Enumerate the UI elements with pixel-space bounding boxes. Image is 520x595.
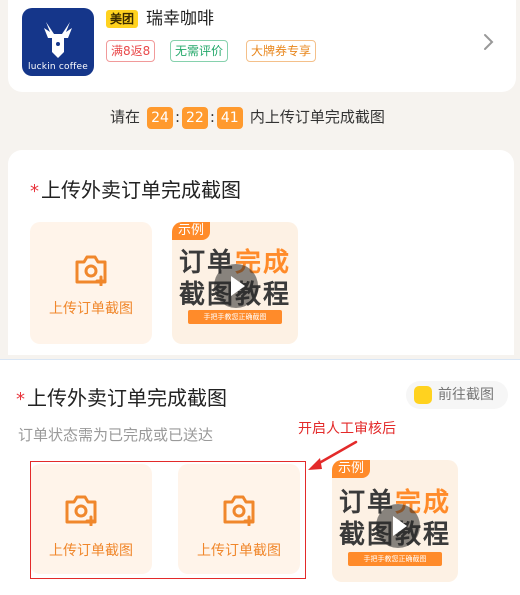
- countdown-hours: 24: [147, 107, 173, 129]
- goto-screenshot-button[interactable]: 前往截图: [406, 381, 508, 409]
- order-status-hint: 订单状态需为已完成或已送达: [18, 426, 214, 444]
- tag-brand-coupon: 大牌券专享: [246, 40, 317, 62]
- tag-no-review: 无需评价: [170, 40, 229, 62]
- annotation-arrow-icon: [308, 440, 358, 470]
- chevron-right-icon[interactable]: [478, 30, 498, 54]
- countdown-minutes: 22: [182, 107, 208, 129]
- annotation-highlight-box: [30, 461, 306, 579]
- upload-label: 上传订单截图: [49, 301, 133, 317]
- store-name: 瑞幸咖啡: [146, 9, 214, 29]
- example-badge: 示例: [172, 222, 211, 240]
- countdown-suffix: 内上传订单完成截图: [249, 108, 385, 126]
- goto-screenshot-icon: [414, 386, 432, 404]
- example-tutorial-tile[interactable]: 示例 订单完成 截图教程 手把手教您正确截图: [172, 222, 298, 344]
- store-logo: luckin coffee: [22, 8, 94, 76]
- countdown-prefix: 请在: [110, 108, 141, 126]
- logo-wordmark: luckin coffee: [28, 62, 88, 72]
- play-icon[interactable]: [376, 504, 420, 548]
- section-1-title: * 上传外卖订单完成截图: [30, 178, 241, 202]
- camera-add-icon: [75, 255, 107, 286]
- section-2-title: * 上传外卖订单完成截图: [16, 386, 227, 410]
- platform-badge: 美团: [106, 10, 139, 28]
- annotation-label: 开启人工审核后: [298, 421, 396, 437]
- play-icon[interactable]: [214, 264, 258, 308]
- countdown-seconds: 41: [216, 107, 243, 129]
- upload-screenshot-button[interactable]: 上传订单截图: [30, 222, 152, 344]
- countdown-bar: 请在 24:22:41 内上传订单完成截图: [0, 104, 520, 130]
- example-tutorial-tile-2[interactable]: 示例 订单完成 截图教程 手把手教您正确截图: [332, 460, 458, 582]
- example-strip: 手把手教您正确截图: [348, 552, 442, 566]
- tag-cashback: 满8返8: [106, 40, 156, 62]
- example-strip: 手把手教您正确截图: [188, 310, 282, 324]
